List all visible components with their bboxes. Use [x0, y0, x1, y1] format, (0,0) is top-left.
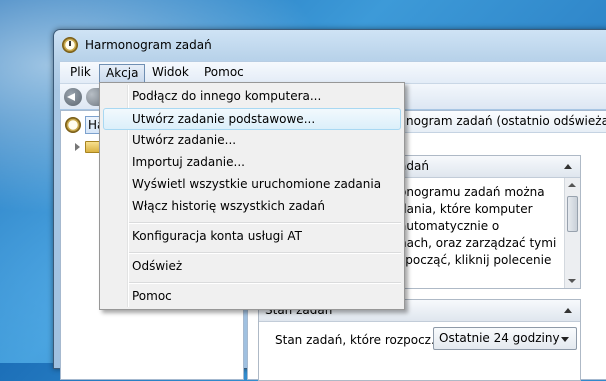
menu-separator: [129, 282, 401, 284]
menu-pomoc[interactable]: Pomoc: [198, 64, 250, 83]
title-bar[interactable]: Harmonogram zadań: [54, 30, 606, 60]
menu-widok[interactable]: Widok: [146, 64, 195, 83]
forward-arrow-icon[interactable]: [86, 88, 100, 106]
status-period-value: Ostatnie 24 godziny: [439, 331, 560, 345]
scroll-up-icon[interactable]: [568, 183, 576, 187]
window-title: Harmonogram zadań: [85, 38, 212, 52]
menu-separator: [129, 252, 401, 254]
description-line: onogramu zadań można: [399, 185, 545, 199]
menu-at-service-account[interactable]: Konfiguracja konta usługi AT: [103, 226, 401, 248]
expand-arrow-icon[interactable]: [75, 143, 80, 151]
back-arrow-icon[interactable]: [64, 88, 82, 106]
description-line: automatycznie o: [399, 219, 500, 233]
menu-plik[interactable]: Plik: [64, 64, 97, 83]
description-line: dania, które komputer: [399, 202, 533, 216]
menu-separator: [129, 222, 401, 224]
chevron-down-icon: [561, 337, 569, 342]
task-status-section: Stan zadań Stan zadań, które rozpocz... …: [258, 299, 581, 381]
akcja-dropdown-menu: Podłącz do innego komputera... Utwórz za…: [99, 82, 405, 310]
menu-show-running-tasks[interactable]: Wyświetl wszystkie uruchomione zadania: [103, 174, 401, 196]
menu-import-task[interactable]: Importuj zadanie...: [103, 152, 401, 174]
clock-icon: [65, 117, 81, 133]
status-filter-label: Stan zadań, które rozpocz...: [275, 333, 443, 347]
scroll-thumb[interactable]: [567, 196, 578, 232]
menu-bar: Plik Akcja Widok Pomoc: [60, 61, 606, 83]
collapse-arrow-icon[interactable]: [564, 308, 572, 313]
menu-enable-history[interactable]: Włącz historię wszystkich zadań: [103, 196, 401, 218]
menu-connect-computer[interactable]: Podłącz do innego komputera...: [103, 86, 401, 108]
menu-akcja[interactable]: Akcja: [99, 64, 146, 83]
menu-create-task[interactable]: Utwórz zadanie...: [103, 130, 401, 152]
status-period-select[interactable]: Ostatnie 24 godziny: [433, 327, 577, 350]
vertical-scrollbar[interactable]: [564, 178, 580, 288]
description-line: nach, oraz zarządzać tymi: [399, 236, 557, 250]
scroll-down-icon[interactable]: [568, 279, 576, 283]
menu-create-basic-task[interactable]: Utwórz zadanie podstawowe...: [103, 108, 401, 130]
menu-refresh[interactable]: Odśwież: [103, 256, 401, 278]
clock-icon: [62, 37, 78, 53]
description-line: zpocząć, kliknij polecenie: [399, 253, 552, 267]
task-status-body: Stan zadań, które rozpocz... Ostatnie 24…: [259, 322, 580, 380]
menu-help[interactable]: Pomoc: [103, 286, 401, 308]
collapse-arrow-icon[interactable]: [564, 164, 572, 169]
